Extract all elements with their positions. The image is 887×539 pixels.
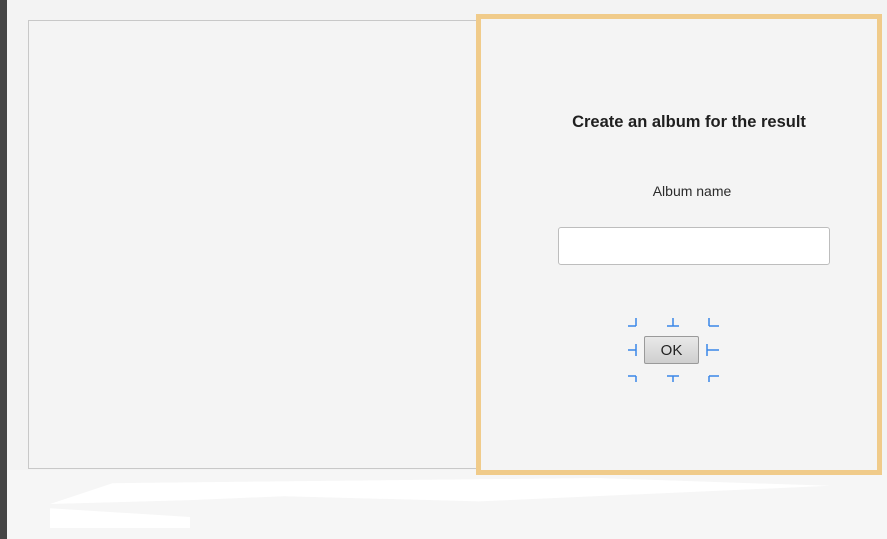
ok-button-selection: OK — [627, 317, 723, 383]
album-dialog-panel: Create an album for the result Album nam… — [476, 14, 882, 475]
album-name-input[interactable] — [558, 227, 830, 265]
preview-canvas — [28, 20, 477, 469]
album-name-label: Album name — [652, 183, 732, 199]
ok-button[interactable]: OK — [644, 336, 699, 364]
dialog-title: Create an album for the result — [572, 113, 806, 131]
window-edge — [0, 0, 7, 539]
